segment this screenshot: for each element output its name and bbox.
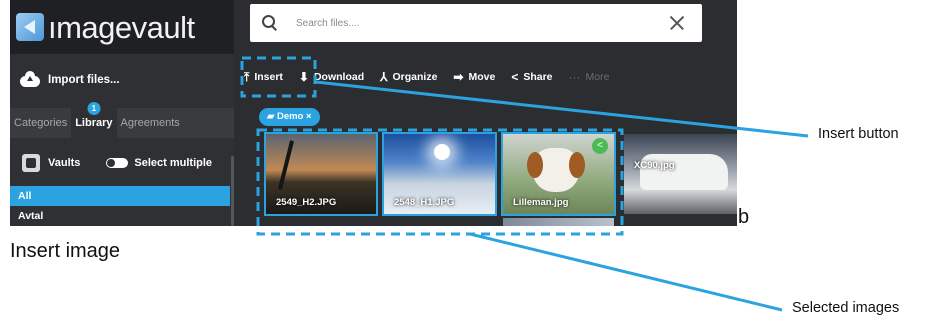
stray-text: b xyxy=(738,206,750,228)
logo-text: ımagevault xyxy=(48,9,195,45)
imagevault-logo-icon xyxy=(16,13,44,41)
search-icon xyxy=(262,15,278,31)
import-files-label: Import files... xyxy=(48,74,120,86)
import-files-button[interactable]: Import files... xyxy=(10,60,234,100)
vault-item-all[interactable]: All xyxy=(10,186,230,206)
image-thumbnail[interactable]: 2549_H2.JPG xyxy=(266,134,376,214)
insert-button[interactable]: ⤒ Insert xyxy=(244,70,283,85)
tab-library[interactable]: 1 Library xyxy=(71,102,117,138)
thumbnail-filename: Lilleman.jpg xyxy=(513,197,569,208)
organize-icon: ⅄ xyxy=(380,70,388,84)
insert-button-callout-label: Insert button xyxy=(818,126,899,142)
thumbnail-filename: 2549_H2.JPG xyxy=(276,197,337,208)
thumbnail-filename: XC90.jpg xyxy=(634,160,675,171)
selected-callout-line xyxy=(469,232,783,312)
figure-caption: Insert image xyxy=(10,240,121,262)
shared-icon: < xyxy=(592,138,608,154)
move-button[interactable]: ➡ Move xyxy=(453,70,495,84)
vault-item-avtal[interactable]: Avtal xyxy=(10,206,234,226)
image-gallery: 2549_H2.JPG 2548_H1.JPG < Lilleman.jpg X… xyxy=(260,132,737,226)
vaults-header: Vaults Select multiple xyxy=(10,148,234,178)
search-bar xyxy=(250,4,702,42)
sidebar: ımagevault Import files... Categories 1 … xyxy=(10,0,234,226)
selected-images-callout-label: Selected images xyxy=(792,300,900,316)
arrow-right-icon: ➡ xyxy=(453,70,464,84)
tab-categories[interactable]: Categories xyxy=(10,108,71,138)
organize-button[interactable]: ⅄ Organize xyxy=(380,70,437,84)
vault-list: All Avtal xyxy=(10,186,234,226)
select-multiple-label: Select multiple xyxy=(134,157,213,169)
close-icon[interactable] xyxy=(668,14,686,32)
image-thumbnail[interactable]: < Lilleman.jpg xyxy=(503,134,614,214)
share-button[interactable]: < Share xyxy=(511,70,552,84)
more-button[interactable]: ··· More xyxy=(569,70,610,84)
share-icon: < xyxy=(511,70,519,84)
cloud-upload-icon xyxy=(20,71,40,87)
action-toolbar: ⤒ Insert ⬇ Download ⅄ Organize ➡ Move < … xyxy=(244,62,625,92)
download-button[interactable]: ⬇ Download xyxy=(299,70,364,84)
image-thumbnail[interactable]: XC90.jpg xyxy=(624,134,737,214)
search-input[interactable] xyxy=(296,17,656,29)
logo: ımagevault xyxy=(10,0,234,54)
insert-icon: ⤒ xyxy=(244,69,250,84)
filter-chip-demo[interactable]: ▰ Demo × xyxy=(259,108,320,126)
folder-icon: ▰ xyxy=(267,111,277,122)
sidebar-scrollbar[interactable] xyxy=(231,156,234,226)
sidebar-tabs: Categories 1 Library Agreements xyxy=(10,102,234,138)
more-dots-icon: ··· xyxy=(568,70,581,84)
image-thumbnail[interactable]: 2548_H1.JPG xyxy=(384,134,495,214)
tab-agreements[interactable]: Agreements xyxy=(117,108,184,138)
imagevault-app-window: ımagevault Import files... Categories 1 … xyxy=(10,0,737,226)
library-count-badge: 1 xyxy=(87,102,101,115)
download-icon: ⬇ xyxy=(298,70,309,84)
vaults-label: Vaults xyxy=(48,157,81,169)
select-multiple-toggle[interactable] xyxy=(106,158,129,168)
image-thumbnail-partial[interactable] xyxy=(503,218,614,226)
vault-icon xyxy=(22,154,40,172)
thumbnail-filename: 2548_H1.JPG xyxy=(394,197,455,208)
